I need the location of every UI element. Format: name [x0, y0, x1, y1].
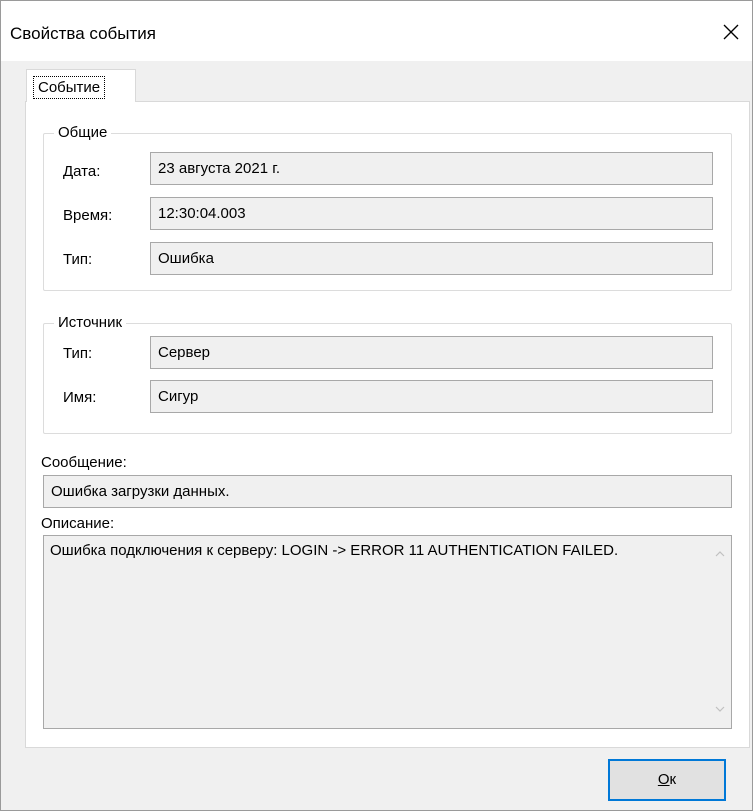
source-type-field[interactable]: Сервер	[150, 336, 713, 369]
event-type-label: Тип:	[63, 251, 93, 268]
description-field[interactable]: Ошибка подключения к серверу: LOGIN -> E…	[43, 535, 732, 729]
tab-event[interactable]: Событие	[26, 69, 136, 102]
event-type-field[interactable]: Ошибка	[150, 242, 713, 275]
ok-button[interactable]: Ок	[608, 759, 726, 801]
close-button[interactable]	[710, 14, 752, 52]
group-source-title: Источник	[54, 314, 127, 332]
date-field[interactable]: 23 августа 2021 г.	[150, 152, 713, 185]
source-name-label: Имя:	[63, 389, 97, 406]
ok-button-accelerator: О	[657, 771, 670, 788]
group-general-title: Общие	[54, 124, 112, 142]
message-label: Сообщение:	[41, 454, 127, 471]
description-text: Ошибка подключения к серверу: LOGIN -> E…	[50, 542, 619, 559]
time-field[interactable]: 12:30:04.003	[150, 197, 713, 230]
chevron-up-icon[interactable]	[715, 550, 725, 557]
time-label: Время:	[63, 207, 113, 224]
tab-event-label: Событие	[33, 76, 106, 99]
date-label: Дата:	[63, 163, 101, 180]
close-icon	[723, 24, 739, 40]
ok-button-label: к	[669, 771, 677, 788]
source-name-field[interactable]: Сигур	[150, 380, 713, 413]
tab-panel-event: Общие Дата: 23 августа 2021 г. Время: 12…	[25, 101, 750, 748]
message-field[interactable]: Ошибка загрузки данных.	[43, 475, 732, 508]
title-bar: Свойства события	[1, 1, 752, 61]
event-properties-dialog: Свойства события Событие Общие Дата: 23 …	[0, 0, 753, 811]
window-title: Свойства события	[10, 24, 156, 43]
chevron-down-icon[interactable]	[715, 706, 725, 713]
description-scrollbar[interactable]	[709, 536, 731, 728]
source-type-label: Тип:	[63, 345, 93, 362]
description-label: Описание:	[41, 515, 115, 532]
